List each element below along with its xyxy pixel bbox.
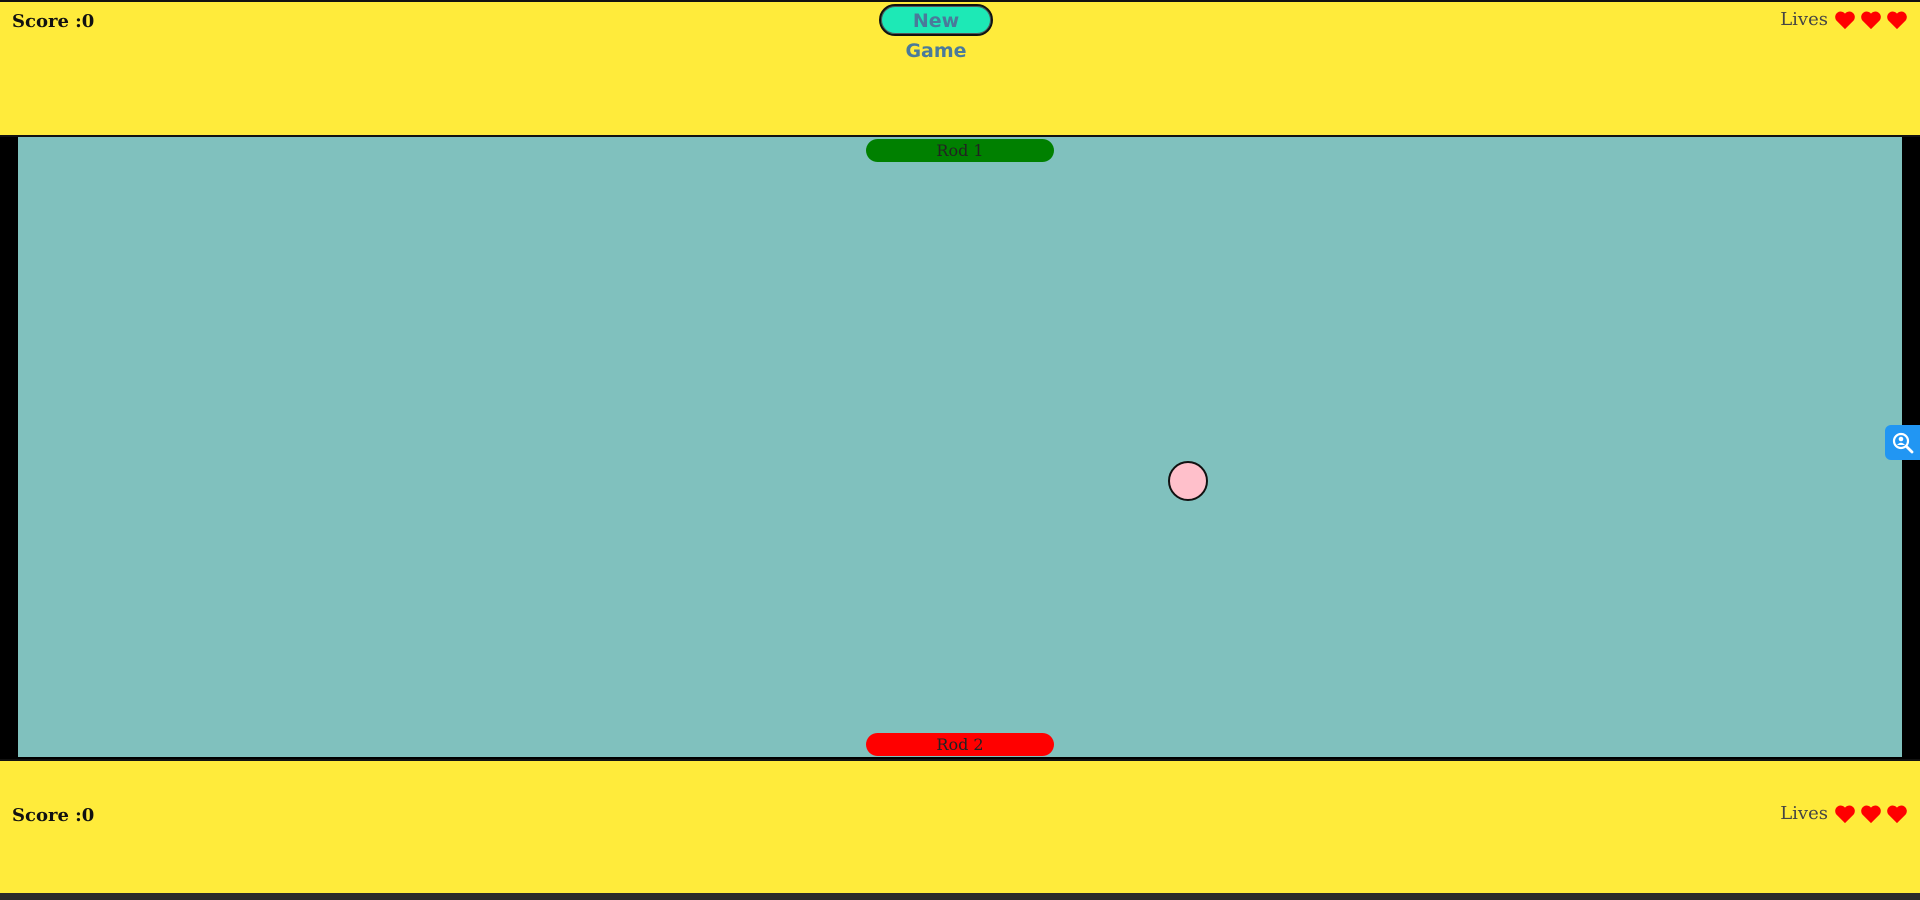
- rod-1[interactable]: Rod 1: [866, 139, 1054, 162]
- game-page: Score :0 New Game Lives Rod 1 Rod 2 Scor…: [0, 0, 1920, 900]
- new-game-button[interactable]: New Game: [879, 4, 993, 62]
- bottom-score: Score :0: [12, 805, 95, 826]
- bottom-lives: Lives: [1780, 803, 1908, 824]
- top-lives-label: Lives: [1780, 9, 1828, 30]
- playfield-frame: Rod 1 Rod 2: [0, 137, 1920, 759]
- heart-icon: [1834, 804, 1856, 824]
- heart-icon: [1834, 10, 1856, 30]
- bottom-lives-label: Lives: [1780, 803, 1828, 824]
- heart-icon: [1860, 804, 1882, 824]
- rod-2[interactable]: Rod 2: [866, 733, 1054, 756]
- bottom-player-panel: Score :0 Lives: [0, 759, 1920, 893]
- ball: [1168, 461, 1208, 501]
- heart-icon: [1860, 10, 1882, 30]
- playfield: Rod 1 Rod 2: [18, 137, 1902, 757]
- top-score: Score :0: [12, 11, 95, 32]
- top-player-panel: Score :0 New Game Lives: [0, 0, 1920, 137]
- top-lives: Lives: [1780, 9, 1908, 30]
- heart-icon: [1886, 10, 1908, 30]
- search-person-icon[interactable]: [1885, 425, 1920, 460]
- heart-icon: [1886, 804, 1908, 824]
